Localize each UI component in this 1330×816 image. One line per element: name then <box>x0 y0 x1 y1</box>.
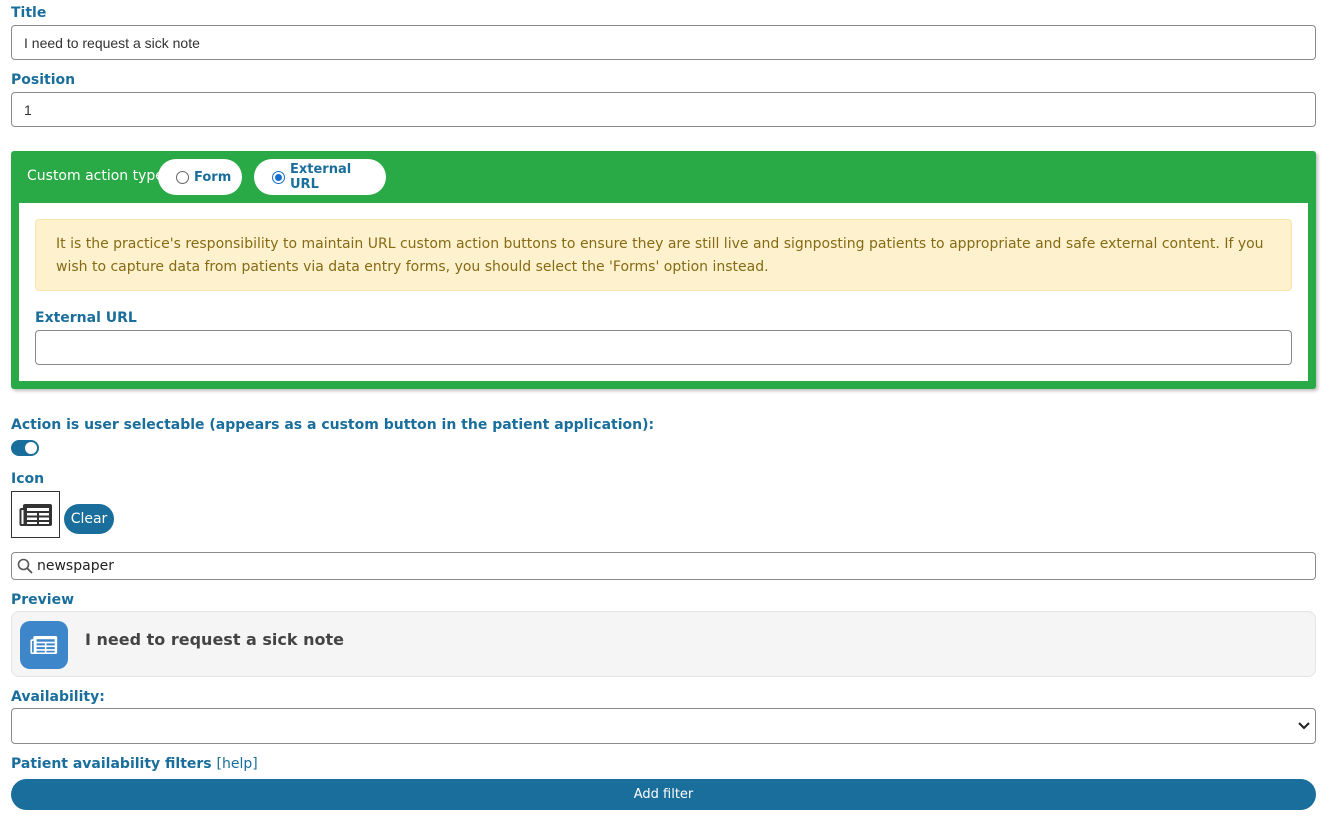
form-radio[interactable] <box>176 170 189 184</box>
form-option-label: Form <box>194 169 232 185</box>
filters-help-link[interactable]: [help] <box>217 756 258 772</box>
search-icon <box>17 558 33 574</box>
availability-select[interactable] <box>11 708 1316 744</box>
title-label: Title <box>11 5 47 21</box>
action-type-external-url-option[interactable]: External URL <box>254 159 386 195</box>
external-url-radio[interactable] <box>272 170 285 184</box>
user-selectable-toggle[interactable] <box>11 440 39 456</box>
preview-card: I need to request a sick note <box>11 611 1316 677</box>
title-input[interactable] <box>11 25 1316 60</box>
external-url-input[interactable] <box>35 330 1292 365</box>
clear-icon-button[interactable]: Clear <box>64 504 114 534</box>
icon-search-field[interactable] <box>11 552 1316 580</box>
icon-label: Icon <box>11 471 45 487</box>
icon-search-input[interactable] <box>37 553 1307 579</box>
action-type-form-option[interactable]: Form <box>158 159 242 195</box>
external-url-label: External URL <box>35 310 137 326</box>
preview-title: I need to request a sick note <box>85 630 344 649</box>
toggle-knob <box>25 442 37 454</box>
newspaper-icon <box>19 503 52 526</box>
preview-icon-tile <box>20 621 68 669</box>
chevron-down-icon <box>1298 722 1310 730</box>
url-responsibility-warning: It is the practice's responsibility to m… <box>35 219 1292 291</box>
external-url-option-label: External URL <box>290 162 352 192</box>
position-label: Position <box>11 72 76 88</box>
newspaper-icon <box>30 635 58 655</box>
patient-filters-label-text: Patient availability filters <box>11 756 212 772</box>
patient-filters-label: Patient availability filters [help] <box>11 756 258 772</box>
add-filter-button[interactable]: Add filter <box>11 779 1316 810</box>
selected-icon-box[interactable] <box>11 491 60 538</box>
position-input[interactable] <box>11 92 1316 127</box>
custom-action-panel-body: It is the practice's responsibility to m… <box>19 203 1308 381</box>
user-selectable-label: Action is user selectable (appears as a … <box>11 417 655 433</box>
custom-action-type-label: Custom action type: <box>27 168 169 184</box>
preview-label: Preview <box>11 592 75 608</box>
availability-label: Availability: <box>11 689 105 705</box>
custom-action-panel: Custom action type: Form External URL It… <box>11 151 1316 389</box>
